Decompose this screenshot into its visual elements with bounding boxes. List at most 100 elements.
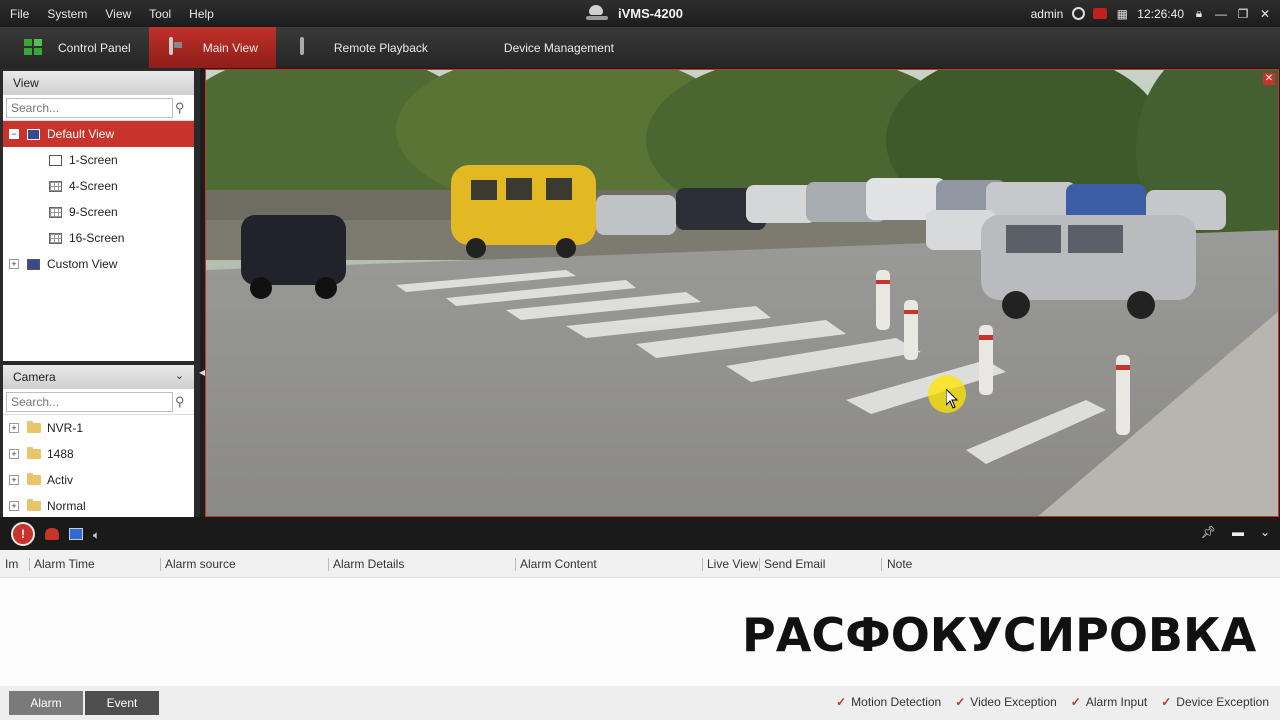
expand-icon[interactable]: + — [9, 449, 19, 459]
maximize-icon[interactable]: ▬ — [1232, 525, 1244, 539]
tab-label: Control Panel — [58, 40, 131, 55]
checkbox-check-icon[interactable]: ✓ — [1071, 695, 1081, 709]
expand-icon[interactable]: + — [9, 501, 19, 511]
filter-motion-detection[interactable]: ✓ Motion Detection — [836, 695, 941, 709]
camera-panel-title: Camera — [13, 370, 56, 384]
collapse-icon[interactable]: − — [9, 129, 19, 139]
video-window[interactable]: ✕ — [205, 69, 1279, 517]
camera-group[interactable]: + 1488 — [3, 441, 194, 467]
alarm-siren-icon[interactable] — [45, 527, 59, 540]
view-panel: ⚲ − Default View 1-Screen 4-Screen 9-Scr… — [3, 95, 194, 361]
menu-system[interactable]: System — [38, 7, 96, 21]
camera-group-label: Normal — [47, 499, 86, 513]
view-icon — [27, 128, 40, 140]
camera-search: ⚲ — [3, 389, 194, 415]
device-management-icon — [470, 39, 492, 57]
tree-custom-view[interactable]: + Custom View — [3, 251, 194, 277]
close-video-icon[interactable]: ✕ — [1263, 73, 1275, 85]
tab-control-panel[interactable]: Control Panel — [0, 27, 149, 68]
chevron-down-icon[interactable]: ⌄ — [175, 369, 184, 382]
tab-device-management[interactable]: Device Management — [446, 27, 632, 68]
menu-file[interactable]: File — [0, 7, 38, 21]
camera-panel-header[interactable]: Camera ⌄ — [3, 365, 194, 389]
app-title-text: iVMS-4200 — [618, 5, 684, 21]
tree-16-screen[interactable]: 16-Screen — [3, 225, 194, 251]
tab-remote-playback[interactable]: Remote Playback — [276, 27, 446, 68]
minimize-button[interactable]: — — [1214, 7, 1228, 21]
camera-group[interactable]: + Activ — [3, 467, 194, 493]
screen-layout-icon — [49, 180, 62, 192]
lock-icon[interactable]: 🔒︎ — [1192, 6, 1206, 21]
tree-label: Custom View — [47, 257, 118, 271]
filter-label: Motion Detection — [851, 695, 942, 709]
search-icon[interactable]: ⚲ — [175, 100, 185, 116]
folder-icon — [27, 499, 41, 511]
module-tabs: Control Panel Main View Remote Playback … — [0, 27, 1280, 68]
video-caption-overlay: РАСФОКУСИРОВКА — [742, 608, 1257, 662]
remote-playback-icon — [299, 36, 322, 57]
expand-icon[interactable]: + — [9, 475, 19, 485]
tree-4-screen[interactable]: 4-Screen — [3, 173, 194, 199]
camera-group[interactable]: + Normal — [3, 493, 194, 519]
camera-search-input[interactable] — [6, 391, 173, 412]
calendar-icon[interactable]: ▦ — [1115, 7, 1129, 21]
col-alarm-content[interactable]: Alarm Content — [520, 557, 597, 571]
filter-alarm-input[interactable]: ✓ Alarm Input — [1071, 695, 1147, 709]
col-alarm-details[interactable]: Alarm Details — [333, 557, 404, 571]
tab-label: Main View — [202, 40, 258, 55]
speaker-icon[interactable]: 🔈︎ — [93, 528, 107, 542]
camera-group[interactable]: + NVR-1 — [3, 415, 194, 441]
col-alarm-time[interactable]: Alarm Time — [34, 557, 95, 571]
tree-label: 9-Screen — [69, 205, 118, 219]
filter-label: Video Exception — [970, 695, 1057, 709]
menu-tool[interactable]: Tool — [140, 7, 180, 21]
screen-layout-icon — [49, 206, 62, 218]
col-note[interactable]: Note — [887, 557, 912, 571]
popup-image-icon[interactable] — [69, 527, 83, 540]
clock-time: 12:26:40 — [1137, 6, 1184, 21]
col-live-view[interactable]: Live View — [707, 557, 758, 571]
tab-event[interactable]: Event — [85, 691, 159, 715]
col-importance[interactable]: Im — [5, 557, 18, 571]
search-icon[interactable]: ⚲ — [175, 394, 185, 410]
filter-device-exception[interactable]: ✓ Device Exception — [1161, 695, 1269, 709]
expand-icon[interactable]: + — [9, 423, 19, 433]
checkbox-check-icon[interactable]: ✓ — [955, 695, 965, 709]
tree-label: 1-Screen — [69, 153, 118, 167]
screen-layout-icon — [49, 154, 62, 166]
checkbox-check-icon[interactable]: ✓ — [1161, 695, 1171, 709]
tab-label: Remote Playback — [333, 40, 428, 55]
user-name[interactable]: admin — [1031, 7, 1064, 21]
camera-panel: ⚲ + NVR-1 + 1488 + Activ + Normal — [3, 389, 194, 519]
tree-1-screen[interactable]: 1-Screen — [3, 147, 194, 173]
left-panel: View ⚲ − Default View 1-Screen 4-Screen … — [0, 68, 200, 519]
menu-help[interactable]: Help — [180, 7, 223, 21]
collapse-down-icon[interactable]: ⌄ — [1260, 525, 1270, 539]
tab-main-view[interactable]: Main View — [148, 27, 276, 68]
close-button[interactable]: ✕ — [1258, 7, 1272, 21]
col-send-email[interactable]: Send Email — [764, 557, 825, 571]
globe-icon[interactable] — [1071, 7, 1085, 21]
view-search-input[interactable] — [6, 97, 173, 118]
main-view-icon — [168, 36, 191, 57]
pin-icon[interactable]: 📌︎ — [1201, 525, 1216, 539]
alarm-warning-icon[interactable]: ! — [11, 521, 35, 546]
alarm-toolbar-actions: 📌︎ ▬ ⌄ — [1201, 525, 1270, 539]
menu-view[interactable]: View — [96, 7, 140, 21]
checkbox-check-icon[interactable]: ✓ — [836, 695, 846, 709]
screen-layout-icon — [49, 232, 62, 244]
view-panel-header[interactable]: View — [3, 71, 194, 95]
col-alarm-source[interactable]: Alarm source — [165, 557, 236, 571]
expand-icon[interactable]: + — [9, 259, 19, 269]
filter-video-exception[interactable]: ✓ Video Exception — [955, 695, 1057, 709]
view-panel-title: View — [13, 76, 39, 90]
tree-9-screen[interactable]: 9-Screen — [3, 199, 194, 225]
filter-label: Device Exception — [1176, 695, 1269, 709]
filter-label: Alarm Input — [1085, 695, 1148, 709]
app-title: iVMS-4200 — [586, 3, 683, 23]
record-icon[interactable] — [1093, 7, 1108, 21]
tab-alarm[interactable]: Alarm — [9, 691, 83, 715]
alarm-table-header: Im Alarm Time Alarm source Alarm Details… — [0, 550, 1280, 578]
tree-default-view[interactable]: − Default View — [3, 121, 194, 147]
restore-button[interactable]: ❐ — [1236, 7, 1250, 21]
